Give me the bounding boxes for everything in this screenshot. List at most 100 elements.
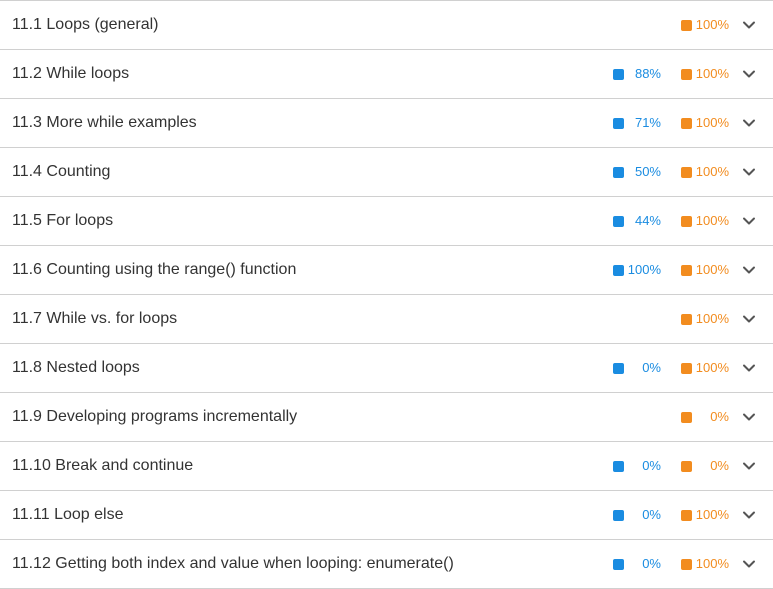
chevron-down-icon[interactable] (742, 459, 756, 473)
challenge-square-icon (681, 117, 692, 129)
chevron-down-icon[interactable] (742, 116, 756, 130)
participation-progress: 100% (613, 246, 661, 294)
participation-progress: 0% (613, 442, 661, 490)
section-row-8[interactable]: 11.8 Nested loops 0% 100% (0, 344, 773, 393)
section-row-7[interactable]: 11.7 While vs. for loops 100% (0, 295, 773, 344)
challenge-percent: 100% (695, 311, 729, 326)
participation-percent: 0% (642, 556, 661, 571)
challenge-percent: 100% (695, 164, 729, 179)
challenge-square-icon (681, 19, 692, 31)
participation-percent: 44% (634, 213, 661, 228)
section-title: 11.10 Break and continue (12, 457, 194, 474)
section-title: 11.6 Counting using the range() function (12, 261, 297, 278)
challenge-percent: 100% (695, 115, 729, 130)
chevron-down-icon[interactable] (742, 312, 756, 326)
chevron-down-icon[interactable] (742, 263, 756, 277)
participation-percent: 0% (642, 360, 661, 375)
challenge-progress: 100% (681, 148, 729, 196)
section-row-9[interactable]: 11.9 Developing programs incrementally 0… (0, 393, 773, 442)
section-title: 11.9 Developing programs incrementally (12, 408, 298, 425)
participation-progress: 88% (613, 50, 661, 98)
challenge-percent: 100% (695, 262, 729, 277)
challenge-progress: 100% (681, 50, 729, 98)
chevron-down-icon[interactable] (742, 508, 756, 522)
participation-percent: 88% (634, 66, 661, 81)
challenge-square-icon (681, 68, 692, 80)
participation-square-icon (613, 215, 624, 227)
challenge-progress: 100% (681, 1, 729, 49)
participation-progress: 0% (613, 344, 661, 392)
participation-progress: 0% (613, 491, 661, 539)
challenge-progress: 100% (681, 491, 729, 539)
challenge-percent: 100% (695, 507, 729, 522)
section-title: 11.1 Loops (general) (12, 16, 159, 33)
participation-square-icon (613, 460, 624, 472)
section-row-2[interactable]: 11.2 While loops 88% 100% (0, 50, 773, 99)
section-row-3[interactable]: 11.3 More while examples 71% 100% (0, 99, 773, 148)
chevron-down-icon[interactable] (742, 67, 756, 81)
section-row-5[interactable]: 11.5 For loops 44% 100% (0, 197, 773, 246)
challenge-square-icon (681, 460, 692, 472)
section-row-4[interactable]: 11.4 Counting 50% 100% (0, 148, 773, 197)
challenge-square-icon (681, 558, 692, 570)
participation-progress: 50% (613, 148, 661, 196)
participation-progress: 0% (613, 540, 661, 588)
challenge-progress: 100% (681, 540, 729, 588)
participation-square-icon (613, 68, 624, 80)
participation-percent: 0% (642, 458, 661, 473)
section-row-12[interactable]: 11.12 Getting both index and value when … (0, 540, 773, 589)
chevron-down-icon[interactable] (742, 165, 756, 179)
challenge-progress: 100% (681, 246, 729, 294)
challenge-square-icon (681, 313, 692, 325)
challenge-progress: 100% (681, 295, 729, 343)
section-title: 11.3 More while examples (12, 114, 197, 131)
section-title: 11.4 Counting (12, 163, 111, 180)
challenge-progress: 100% (681, 344, 729, 392)
participation-percent: 100% (627, 262, 661, 277)
challenge-progress: 100% (681, 197, 729, 245)
section-title: 11.8 Nested loops (12, 359, 140, 376)
chevron-down-icon[interactable] (742, 18, 756, 32)
participation-percent: 50% (634, 164, 661, 179)
section-list: 11.1 Loops (general) 100% 11.2 While loo… (0, 0, 773, 589)
section-title: 11.5 For loops (12, 212, 114, 229)
chevron-down-icon[interactable] (742, 361, 756, 375)
participation-progress: 44% (613, 197, 661, 245)
section-title: 11.7 While vs. for loops (12, 310, 178, 327)
participation-square-icon (613, 117, 624, 129)
challenge-progress: 100% (681, 99, 729, 147)
participation-square-icon (613, 509, 624, 521)
challenge-percent: 0% (710, 458, 729, 473)
participation-square-icon (613, 264, 624, 276)
challenge-percent: 100% (695, 66, 729, 81)
challenge-progress: 0% (681, 442, 729, 490)
challenge-square-icon (681, 166, 692, 178)
section-row-6[interactable]: 11.6 Counting using the range() function… (0, 246, 773, 295)
section-row-1[interactable]: 11.1 Loops (general) 100% (0, 1, 773, 50)
participation-percent: 0% (642, 507, 661, 522)
challenge-square-icon (681, 215, 692, 227)
section-row-10[interactable]: 11.10 Break and continue 0% 0% (0, 442, 773, 491)
section-title: 11.2 While loops (12, 65, 130, 82)
section-title: 11.11 Loop else (12, 506, 124, 523)
chevron-down-icon[interactable] (742, 557, 756, 571)
challenge-square-icon (681, 509, 692, 521)
challenge-square-icon (681, 362, 692, 374)
participation-square-icon (613, 558, 624, 570)
challenge-progress: 0% (681, 393, 729, 441)
participation-percent: 71% (634, 115, 661, 130)
chevron-down-icon[interactable] (742, 410, 756, 424)
participation-square-icon (613, 166, 624, 178)
section-title: 11.12 Getting both index and value when … (12, 555, 454, 572)
participation-progress: 71% (613, 99, 661, 147)
challenge-percent: 100% (695, 17, 729, 32)
challenge-percent: 100% (695, 360, 729, 375)
challenge-percent: 0% (710, 409, 729, 424)
challenge-percent: 100% (695, 556, 729, 571)
participation-square-icon (613, 362, 624, 374)
challenge-percent: 100% (695, 213, 729, 228)
section-row-11[interactable]: 11.11 Loop else 0% 100% (0, 491, 773, 540)
challenge-square-icon (681, 264, 692, 276)
chevron-down-icon[interactable] (742, 214, 756, 228)
challenge-square-icon (681, 411, 692, 423)
